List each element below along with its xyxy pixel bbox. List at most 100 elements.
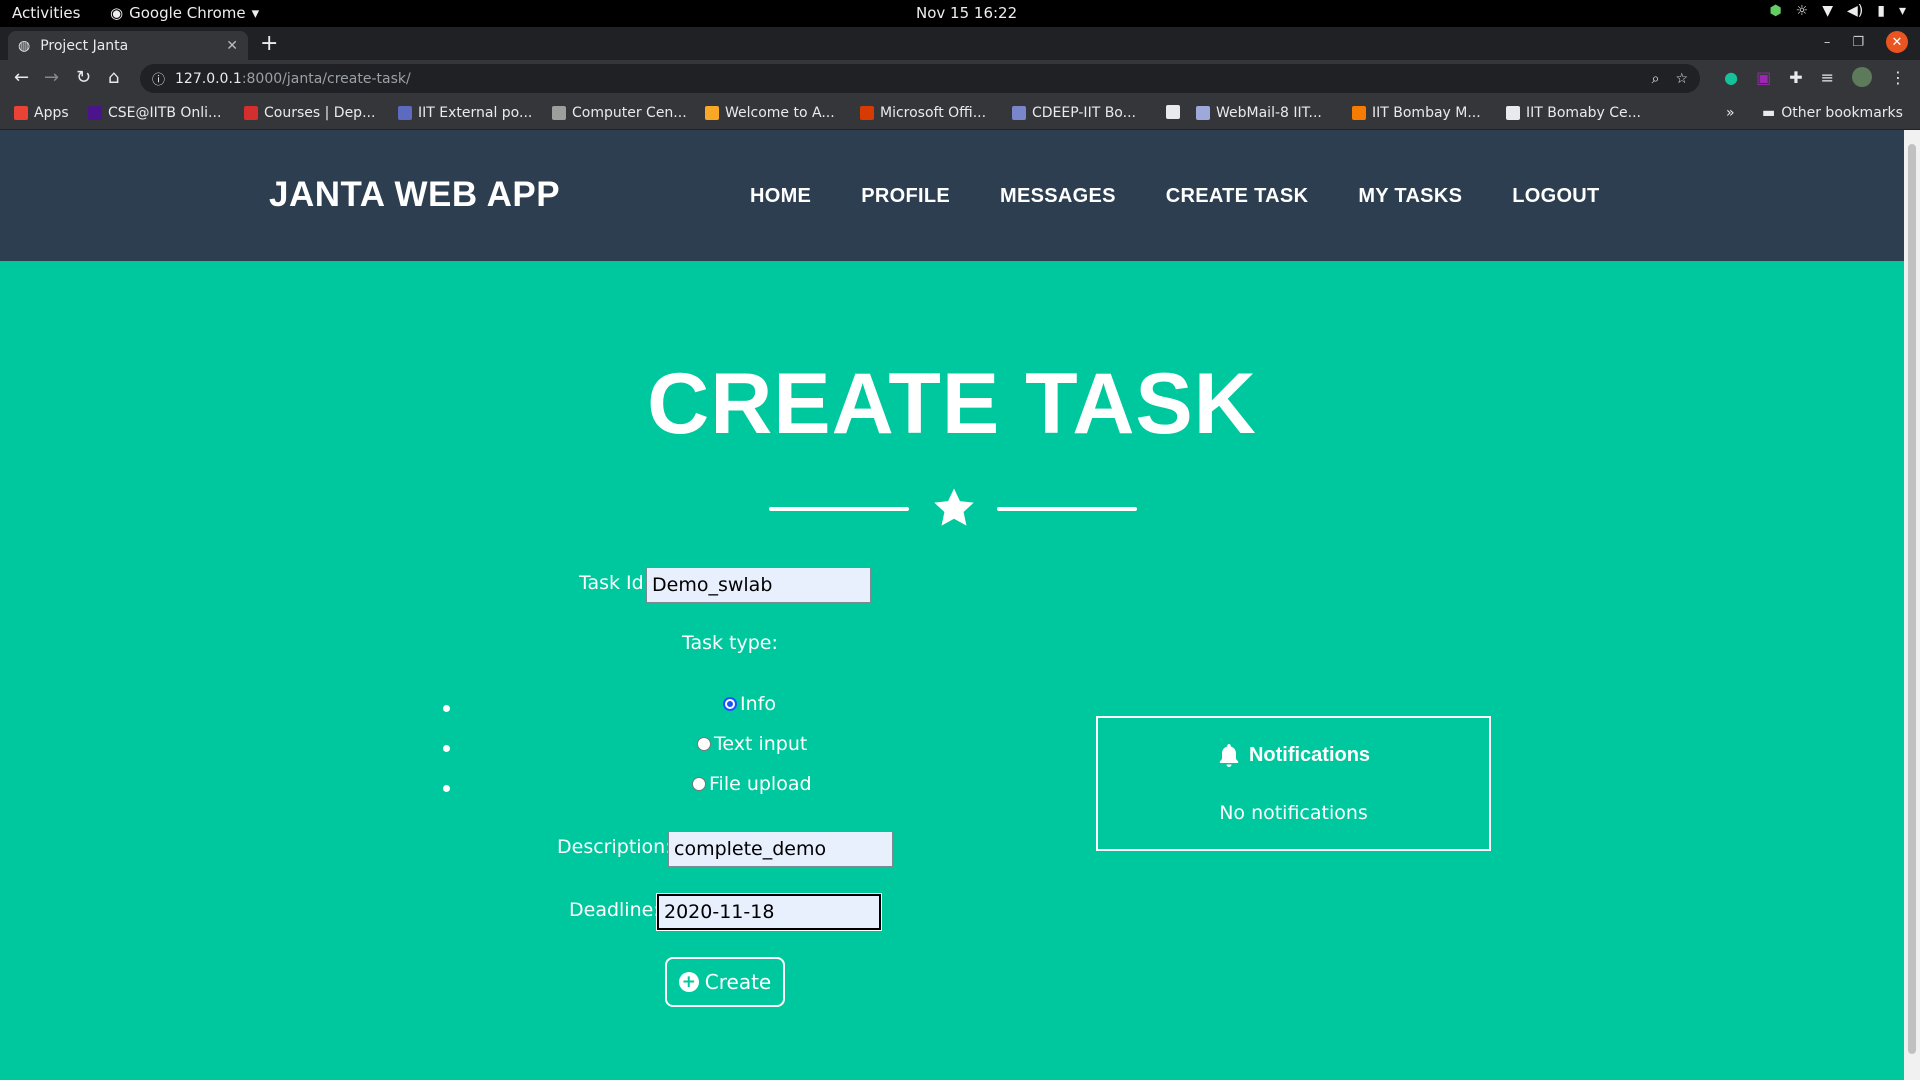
star-icon — [934, 488, 974, 526]
nav-create-task[interactable]: CREATE TASK — [1166, 185, 1309, 208]
bookmark-favicon-icon — [705, 106, 719, 120]
bookmark-item[interactable]: Welcome to A... — [705, 105, 835, 121]
extensions-puzzle-icon[interactable]: ✚ — [1789, 68, 1802, 87]
notifications-panel: Notifications No notifications — [1096, 716, 1491, 851]
plus-circle-icon: + — [678, 972, 699, 992]
bookmark-item[interactable]: Computer Cen... — [552, 105, 687, 121]
other-bookmarks-label: Other bookmarks — [1781, 105, 1903, 121]
bookmark-item[interactable]: CDEEP-IIT Bo... — [1012, 105, 1136, 121]
bookmark-favicon-icon — [1166, 105, 1180, 119]
nav-profile[interactable]: PROFILE — [861, 185, 950, 208]
close-icon[interactable]: ✕ — [226, 38, 238, 54]
extensions-area: ● ▣ ✚ ≡ ⋮ — [1724, 67, 1906, 87]
bookmark-favicon-icon — [1196, 106, 1210, 120]
forward-icon[interactable]: → — [44, 67, 59, 88]
bookmark-label: IIT Bombay M... — [1372, 105, 1481, 121]
other-bookmarks[interactable]: ▬ Other bookmarks — [1762, 105, 1903, 121]
notifications-title: Notifications — [1248, 743, 1371, 766]
app-menu[interactable]: ◉ Google Chrome ▾ — [110, 4, 259, 22]
more-bookmarks-button[interactable]: » — [1726, 105, 1735, 121]
url-host: 127.0.0.1 — [175, 70, 242, 87]
bookmark-item[interactable]: WebMail-8 IIT... — [1196, 105, 1322, 121]
bookmark-label: Apps — [34, 105, 69, 121]
extension-screen-icon[interactable]: ▣ — [1756, 68, 1771, 87]
site-navbar: JANTA WEB APP HOME PROFILE MESSAGES CREA… — [0, 130, 1904, 261]
info-icon[interactable]: ⓘ — [152, 69, 165, 88]
bookmark-star-icon[interactable]: ☆ — [1675, 71, 1688, 87]
restore-icon[interactable]: ❐ — [1852, 35, 1864, 50]
clock[interactable]: Nov 15 16:22 — [916, 4, 1017, 22]
tab-strip: ◍ Project Janta ✕ + – ❐ ✕ — [0, 27, 1920, 60]
deadline-label: Deadline: — [569, 899, 660, 921]
page-viewport: JANTA WEB APP HOME PROFILE MESSAGES CREA… — [0, 130, 1904, 1080]
task-type-option-file-upload[interactable]: File upload — [692, 773, 812, 795]
browser-tab[interactable]: ◍ Project Janta ✕ — [8, 31, 248, 60]
nav-links: HOME PROFILE MESSAGES CREATE TASK MY TAS… — [750, 185, 1600, 208]
task-type-option-info[interactable]: Info — [723, 693, 776, 715]
bookmark-favicon-icon — [88, 106, 102, 120]
nav-messages[interactable]: MESSAGES — [1000, 185, 1116, 208]
bookmark-label: IIT External po... — [418, 105, 533, 121]
bookmark-apps[interactable]: Apps — [14, 105, 69, 121]
radio-file-upload[interactable] — [692, 777, 706, 791]
create-button[interactable]: + Create — [665, 957, 785, 1007]
bookmark-favicon-icon — [1506, 106, 1520, 120]
bookmark-item[interactable]: Courses | Dep... — [244, 105, 375, 121]
grammarly-icon[interactable]: ● — [1724, 68, 1738, 87]
create-button-label: Create — [704, 970, 772, 994]
folder-icon: ▬ — [1762, 105, 1776, 121]
task-id-label: Task Id: — [579, 572, 651, 594]
back-icon[interactable]: ← — [14, 67, 29, 88]
bookmark-item[interactable]: IIT Bomaby Ce... — [1506, 105, 1641, 121]
home-icon[interactable]: ⌂ — [108, 67, 119, 88]
bookmark-item[interactable]: Microsoft Offi... — [860, 105, 986, 121]
bookmark-item[interactable]: IIT External po... — [398, 105, 532, 121]
address-bar[interactable]: ⓘ 127.0.0.1:8000/janta/create-task/ ⌕ ☆ — [140, 64, 1700, 93]
page-scrollbar[interactable] — [1904, 130, 1920, 1080]
divider-line-right — [997, 507, 1137, 511]
description-input[interactable] — [668, 831, 893, 867]
bookmark-item[interactable]: CSE@IITB Onli... — [88, 105, 221, 121]
reload-icon[interactable]: ↻ — [76, 67, 91, 88]
globe-icon: ◍ — [18, 37, 31, 54]
bookmark-label: Microsoft Offi... — [880, 105, 987, 121]
radio-info-label: Info — [740, 693, 776, 715]
nav-home[interactable]: HOME — [750, 185, 811, 208]
activities-button[interactable]: Activities — [12, 4, 80, 22]
radio-text-input[interactable] — [697, 737, 711, 751]
system-tray[interactable]: ⬢ ☼ ▼ ◀) ▮ ▾ — [1769, 3, 1906, 19]
bookmark-label: WebMail-8 IIT... — [1216, 105, 1322, 121]
nav-logout[interactable]: LOGOUT — [1512, 185, 1599, 208]
minimize-icon[interactable]: – — [1824, 35, 1831, 50]
scrollbar-thumb[interactable] — [1908, 144, 1916, 1054]
nav-my-tasks[interactable]: MY TASKS — [1358, 185, 1462, 208]
window-close-icon[interactable]: ✕ — [1886, 31, 1908, 53]
bookmark-label: CDEEP-IIT Bo... — [1032, 105, 1136, 121]
shield-icon: ⬢ — [1769, 3, 1782, 19]
new-tab-button[interactable]: + — [260, 31, 278, 56]
chrome-icon: ◉ — [110, 4, 124, 22]
volume-icon: ◀) — [1847, 3, 1864, 19]
system-top-bar: Activities ◉ Google Chrome ▾ Nov 15 16:2… — [0, 0, 1920, 27]
deadline-input[interactable] — [657, 894, 881, 930]
task-id-input[interactable] — [646, 567, 871, 603]
site-brand[interactable]: JANTA WEB APP — [269, 175, 560, 215]
task-type-option-text-input[interactable]: Text input — [697, 733, 807, 755]
bookmark-item[interactable]: IIT Bombay M... — [1352, 105, 1481, 121]
profile-avatar[interactable] — [1852, 67, 1872, 87]
radio-info[interactable] — [723, 697, 737, 711]
battery-icon: ▮ — [1877, 3, 1885, 19]
bookmark-favicon-icon — [398, 106, 412, 120]
menu-kebab-icon[interactable]: ⋮ — [1890, 68, 1906, 87]
app-menu-label: Google Chrome — [129, 4, 246, 22]
bookmark-label: Computer Cen... — [572, 105, 687, 121]
brightness-icon: ☼ — [1795, 3, 1809, 19]
bookmark-item[interactable] — [1166, 105, 1186, 119]
apps-grid-icon — [14, 106, 28, 120]
bookmarks-bar: Apps CSE@IITB Onli... Courses | Dep... I… — [0, 97, 1920, 130]
zoom-icon[interactable]: ⌕ — [1652, 71, 1660, 87]
caret-down-icon: ▾ — [251, 4, 260, 22]
media-queue-icon[interactable]: ≡ — [1821, 68, 1834, 87]
wifi-icon: ▼ — [1822, 3, 1834, 19]
task-type-label: Task type: — [682, 632, 778, 654]
